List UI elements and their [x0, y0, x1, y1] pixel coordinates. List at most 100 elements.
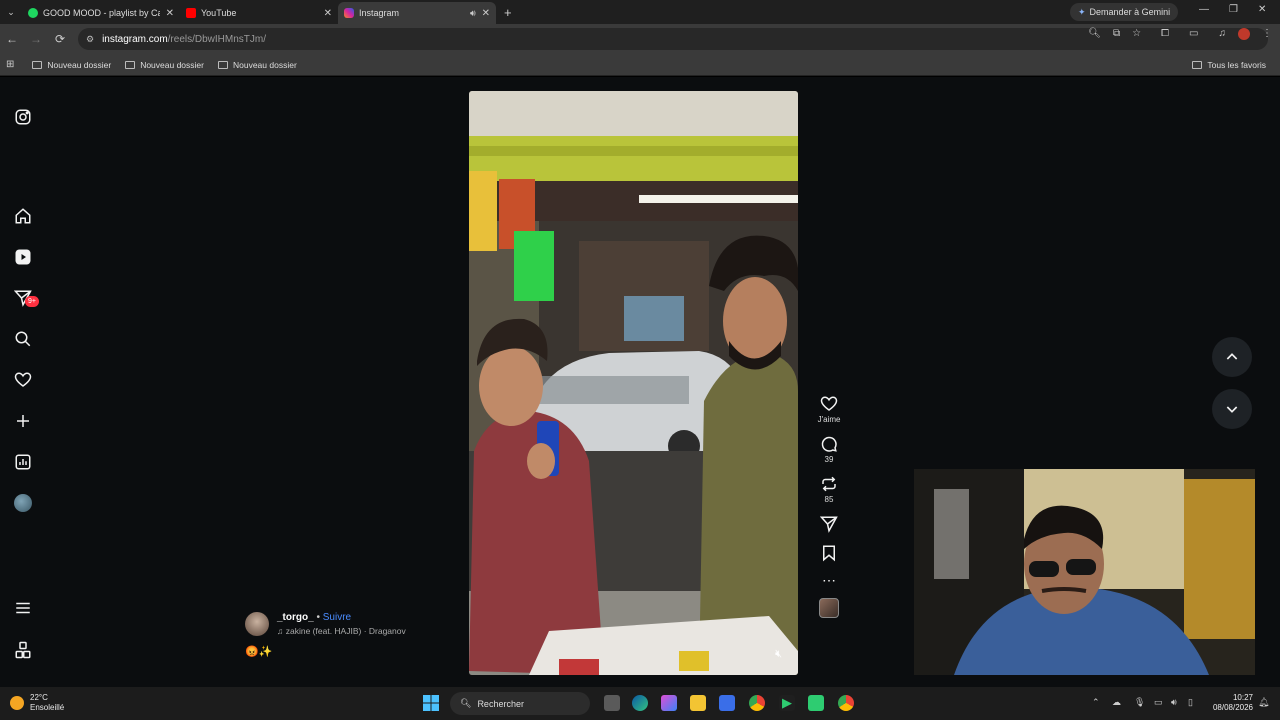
install-app-icon[interactable]: ⧉	[1113, 28, 1120, 40]
bookmark-icon	[823, 545, 835, 562]
apps-grid-icon[interactable]: ⊞	[6, 59, 14, 70]
search-icon[interactable]	[13, 329, 33, 349]
cloud-icon[interactable]: ☁	[1112, 697, 1121, 708]
instagram-reels-page: 9+ 🔇︎ J'aime 39 85 ⋯ _torgo_ • Suivre ♫ …	[0, 77, 1280, 687]
folder-icon	[1192, 60, 1203, 69]
new-tab-button[interactable]: +	[504, 5, 512, 20]
reel-actions: J'aime 39 85 ⋯	[812, 395, 846, 629]
previous-reel-button[interactable]	[1212, 337, 1252, 377]
gemini-sparkle-icon: ✦	[1078, 6, 1086, 17]
instagram-logo-icon[interactable]	[13, 107, 33, 127]
dashboard-icon[interactable]	[13, 452, 33, 472]
close-tab-icon[interactable]: ✕	[166, 8, 174, 19]
sidepanel-icon[interactable]: ▭	[1189, 28, 1198, 40]
folder-icon	[125, 60, 136, 69]
file-explorer-icon[interactable]	[690, 695, 706, 711]
heart-icon[interactable]	[13, 370, 33, 390]
author-avatar[interactable]	[245, 612, 269, 636]
all-favorites-folder[interactable]: Tous les favoris	[1192, 60, 1266, 70]
tab-spotify[interactable]: GOOD MOOD - playlist by Cas ✕	[22, 2, 180, 24]
bookmarks-bar: ⊞ Nouveau dossier Nouveau dossier Nouvea…	[0, 54, 1280, 76]
tab-youtube[interactable]: YouTube ✕	[180, 2, 338, 24]
battery-icon[interactable]: ▯	[1188, 697, 1193, 708]
toolbar-icons: 🔍︎ ⧉ ☆ ⧠ ▭ ♫ ⋮	[1088, 28, 1272, 40]
notifications-bell-icon[interactable]: 🔔︎	[1258, 697, 1269, 708]
copilot-icon[interactable]	[661, 695, 677, 711]
save-button[interactable]	[812, 544, 846, 562]
ask-gemini-button[interactable]: ✦ Demander à Gemini	[1070, 3, 1179, 21]
chrome-profile-icon[interactable]	[838, 695, 854, 711]
search-icon: 🔍︎	[460, 698, 472, 708]
share-button[interactable]	[812, 515, 846, 533]
home-icon[interactable]	[13, 206, 33, 226]
close-tab-icon[interactable]: ✕	[324, 8, 332, 19]
apps-icon[interactable]	[13, 640, 33, 660]
close-window-icon[interactable]: ✕	[1258, 4, 1266, 15]
forward-button[interactable]: →	[24, 32, 48, 46]
back-button[interactable]: ←	[0, 32, 24, 46]
spotify-favicon-icon	[28, 8, 38, 18]
toolbar: ← → ⟳ ⚙︎ instagram.com/reels/DbwIHMnsTJm…	[0, 24, 1280, 54]
follow-button[interactable]: Suivre	[323, 612, 351, 623]
webcam-overlay	[914, 469, 1255, 675]
task-view-icon[interactable]	[604, 695, 620, 711]
tray-chevron-icon[interactable]: ⌃	[1092, 697, 1100, 708]
weather-widget[interactable]: 22°C Ensoleillé	[10, 693, 64, 713]
folder-icon	[217, 60, 228, 69]
next-reel-button[interactable]	[1212, 389, 1252, 429]
reel-caption: _torgo_ • Suivre ♫ zakine (feat. HAJIB) …	[245, 612, 406, 658]
minimize-icon[interactable]: —	[1199, 4, 1209, 15]
chevron-down-icon	[1226, 406, 1238, 413]
tab-strip: ⌄ GOOD MOOD - playlist by Cas ✕ YouTube …	[0, 0, 1280, 24]
comment-icon	[821, 436, 837, 452]
bookmark-folder[interactable]: Nouveau dossier	[125, 60, 204, 70]
taskbar-search[interactable]: 🔍︎ Rechercher	[450, 692, 590, 715]
play-app-icon[interactable]: ▶	[779, 695, 795, 711]
extensions-icon[interactable]: ⧠	[1161, 28, 1169, 40]
chrome-icon[interactable]	[749, 695, 765, 711]
create-plus-icon[interactable]	[13, 411, 33, 431]
audio-track[interactable]: zakine (feat. HAJIB) · Draganov	[286, 626, 406, 636]
comment-button[interactable]: 39	[812, 435, 846, 464]
restore-icon[interactable]: ❐	[1229, 4, 1238, 15]
bookmark-star-icon[interactable]: ☆	[1132, 28, 1141, 40]
edge-icon[interactable]	[632, 695, 648, 711]
chevron-up-icon	[1226, 353, 1238, 360]
zoom-icon[interactable]: 🔍︎	[1088, 28, 1101, 40]
site-info-icon[interactable]: ⚙︎	[86, 34, 94, 45]
more-options-icon[interactable]: ⋯	[812, 573, 846, 587]
caption-text: 😡✨	[245, 646, 273, 658]
profile-avatar[interactable]	[13, 493, 33, 513]
reload-button[interactable]: ⟳	[48, 32, 72, 46]
microphone-icon[interactable]: 🎙︎	[1134, 697, 1145, 708]
audio-thumbnail[interactable]	[812, 598, 846, 618]
green-app-icon[interactable]	[808, 695, 824, 711]
mute-icon[interactable]: 🔇︎	[775, 648, 782, 661]
author-username[interactable]: _torgo_	[277, 612, 314, 623]
network-icon[interactable]: ▭	[1154, 697, 1163, 708]
bookmark-folder[interactable]: Nouveau dossier	[217, 60, 297, 70]
store-icon[interactable]	[719, 695, 735, 711]
tab-search-chevron-icon[interactable]: ⌄	[0, 7, 22, 18]
notification-badge: 9+	[25, 296, 39, 307]
profile-avatar-icon[interactable]	[1238, 28, 1250, 40]
reel-video[interactable]: 🔇︎	[469, 91, 798, 675]
bookmark-folder[interactable]: Nouveau dossier	[32, 60, 111, 70]
close-tab-icon[interactable]: ✕	[482, 8, 490, 19]
youtube-favicon-icon	[186, 8, 196, 18]
speaker-icon[interactable]: 🔊︎	[470, 8, 476, 19]
sun-icon	[10, 696, 24, 710]
repost-icon	[822, 476, 836, 492]
like-button[interactable]: J'aime	[812, 395, 846, 424]
menu-icon[interactable]	[13, 598, 33, 618]
more-menu-icon[interactable]: ⋮	[1262, 28, 1272, 40]
media-controls-icon[interactable]: ♫	[1219, 28, 1227, 40]
reels-icon[interactable]	[13, 247, 33, 267]
volume-icon[interactable]: 🔊︎	[1171, 697, 1177, 708]
heart-icon	[820, 396, 838, 411]
webcam-feed	[914, 469, 1255, 675]
tab-instagram[interactable]: Instagram 🔊︎ ✕	[338, 2, 496, 24]
system-clock[interactable]: 10:27 08/08/2026	[1205, 693, 1253, 713]
repost-button[interactable]: 85	[812, 475, 846, 504]
windows-start-icon[interactable]	[423, 695, 439, 711]
